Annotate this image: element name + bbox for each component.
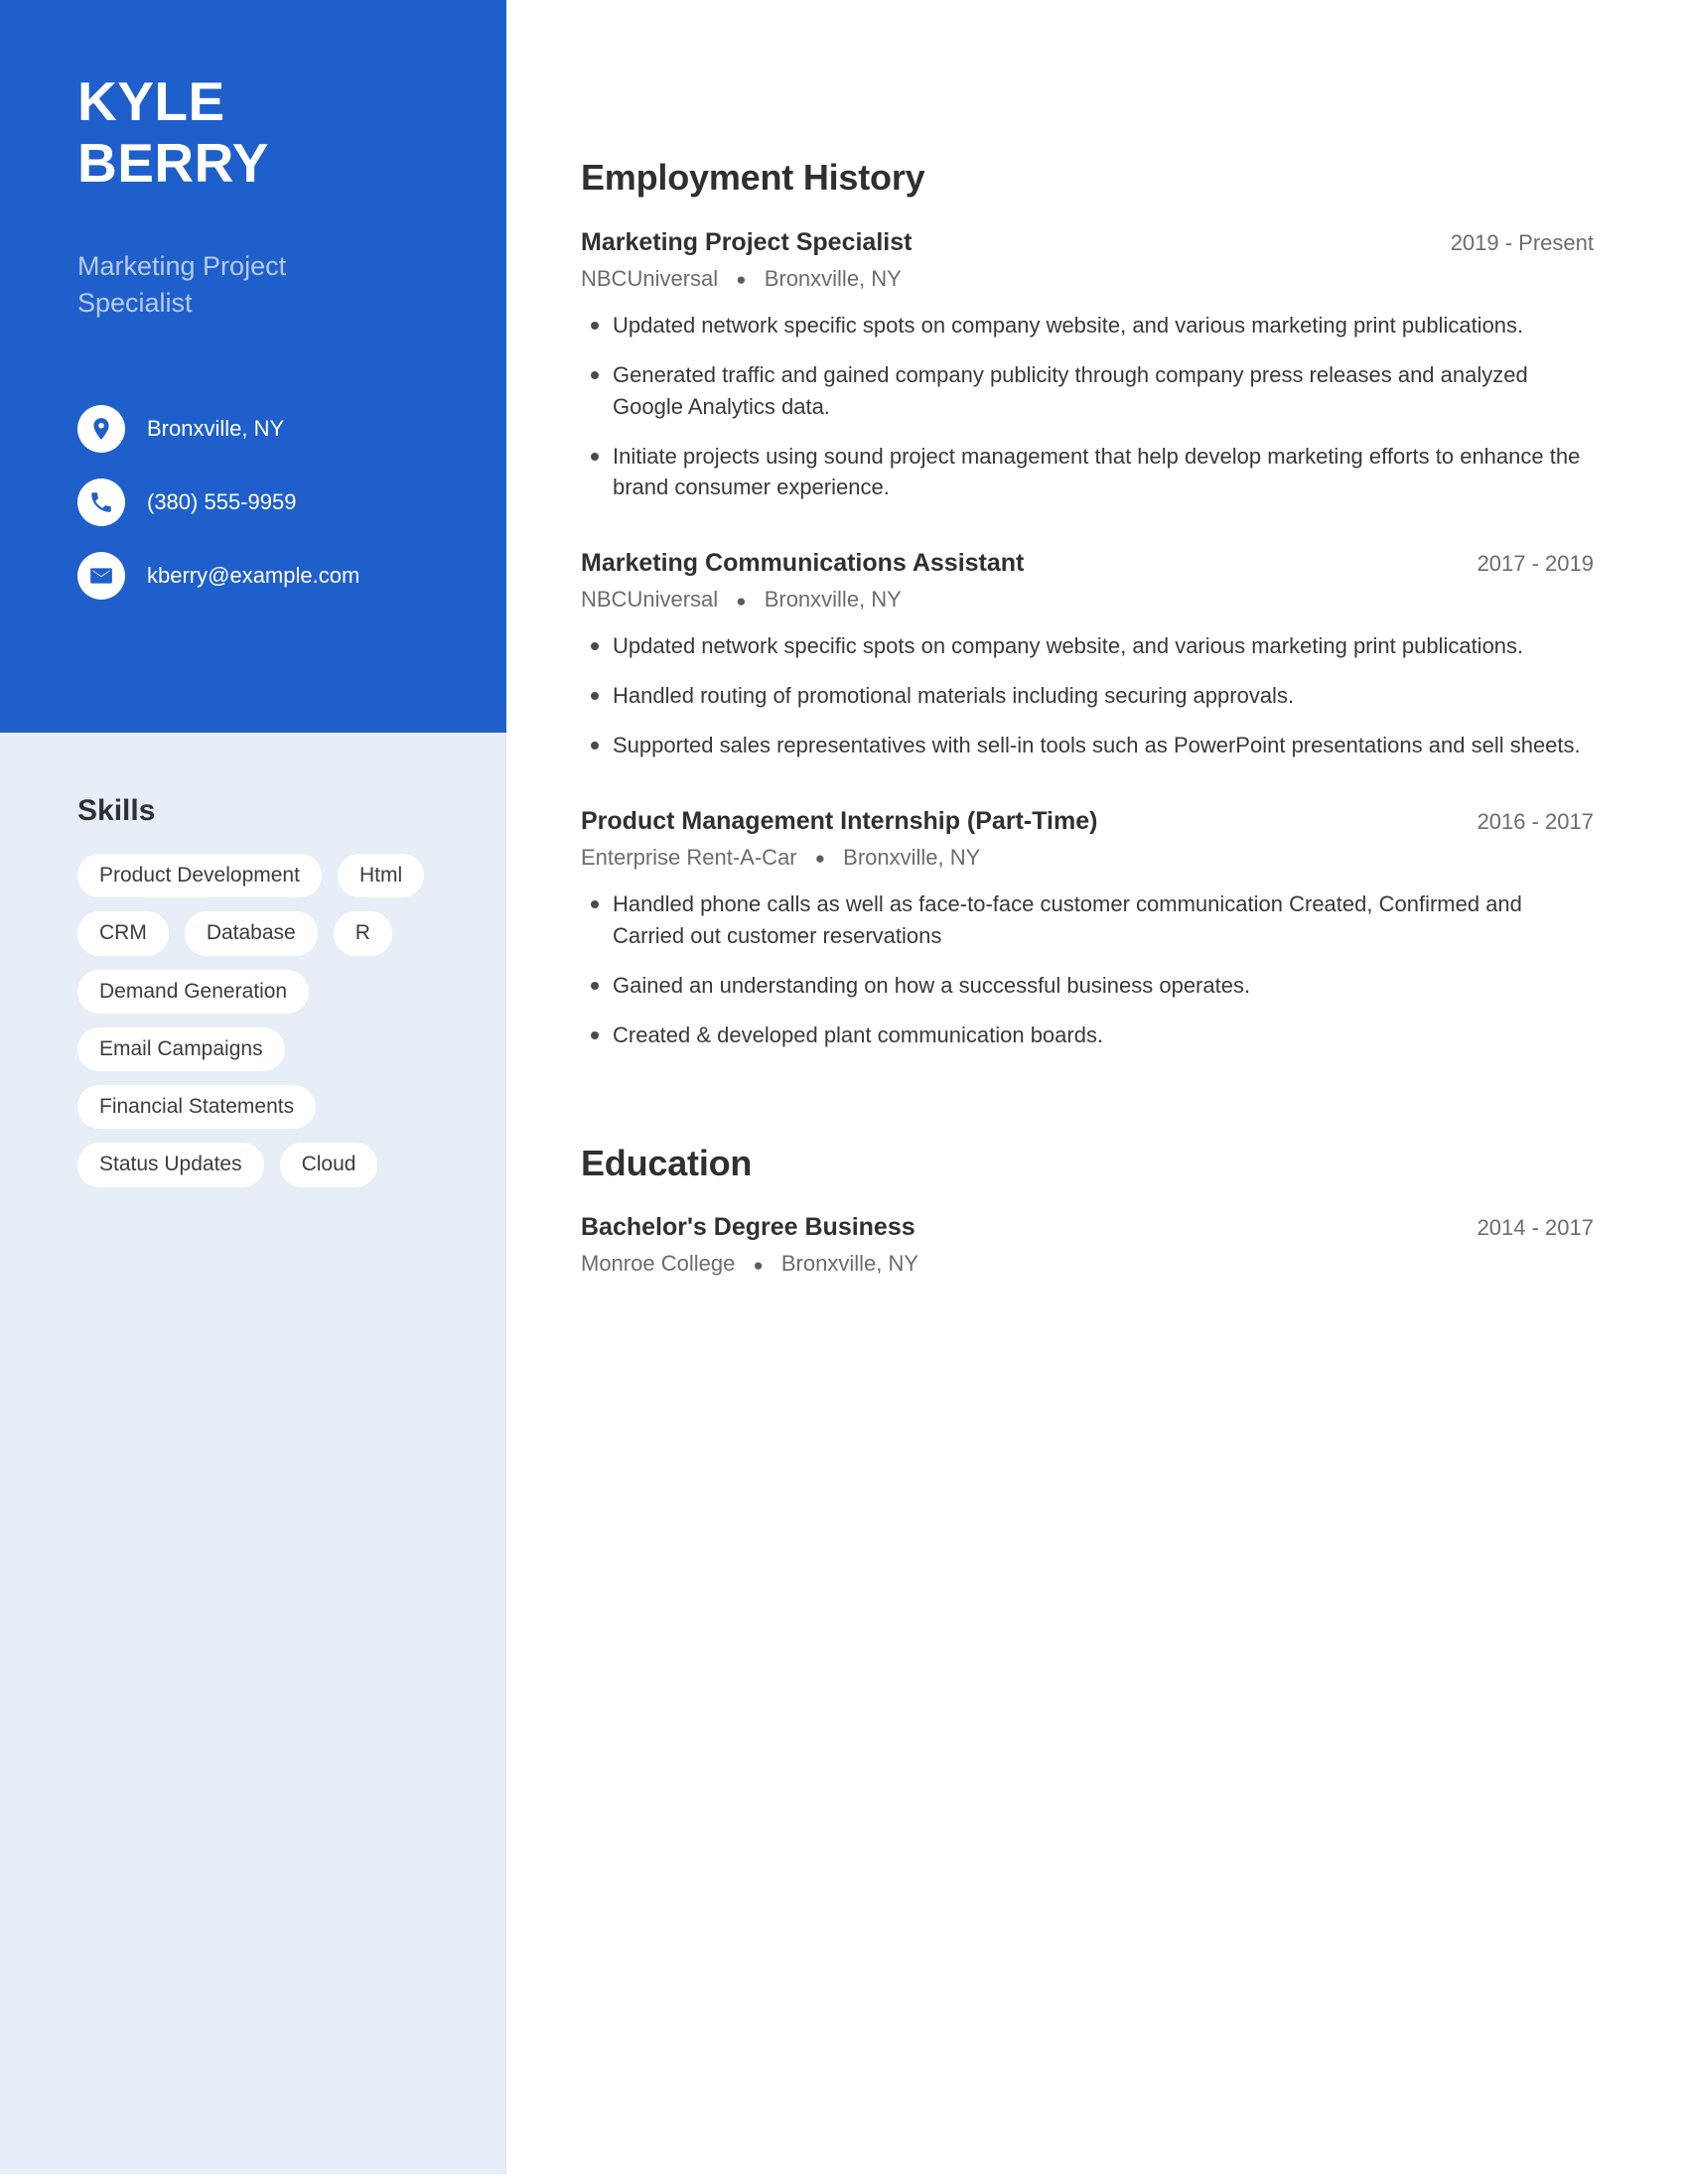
employment-entry-company: Enterprise Rent-A-Car [581, 845, 797, 870]
employment-entry-meta: Enterprise Rent-A-Car ● Bronxville, NY [581, 845, 1594, 871]
employment-entry-company: NBCUniversal [581, 587, 719, 613]
employment-entry: Product Management Internship (Part-Time… [581, 807, 1594, 1051]
contact-phone-text: (380) 555-9959 [147, 489, 297, 514]
bullet-item: Created & developed plant communication … [581, 1020, 1594, 1051]
skill-tag: Demand Generation [77, 969, 310, 1014]
education-entry-location: Bronxville, NY [780, 1251, 918, 1277]
contact-item-email[interactable]: kberry@example.com [77, 552, 494, 600]
employment-entry-dates: 2017 - 2019 [1477, 551, 1594, 577]
main-content: Employment History Marketing Project Spe… [581, 0, 1594, 1277]
skill-tag: Product Development [77, 854, 322, 898]
first-name: KYLE [77, 70, 225, 132]
employment-entry: Marketing Project Specialist 2019 - Pres… [581, 228, 1594, 503]
employment-entry-title: Product Management Internship (Part-Time… [581, 807, 1098, 835]
bullet-item: Updated network specific spots on compan… [581, 310, 1594, 341]
skill-tag: CRM [77, 911, 169, 956]
bullet-item: Initiate projects using sound project ma… [581, 441, 1594, 504]
candidate-job-title: Marketing Project Specialist [77, 251, 287, 319]
employment-entry-dates: 2019 - Present [1450, 229, 1594, 255]
bullet-separator-icon: ● [736, 270, 747, 290]
phone-icon [77, 478, 125, 526]
employment-entry-meta: NBCUniversal ● Bronxville, NY [581, 587, 1594, 613]
employment-section-title: Employment History [581, 157, 925, 198]
sidebar-header: KYLE BERRY Marketing Project Specialist … [0, 0, 506, 733]
employment-entry-location: Bronxville, NY [764, 587, 902, 613]
employment-entry-head: Marketing Communications Assistant 2017 … [581, 549, 1594, 578]
skill-tag: Status Updates [77, 1143, 264, 1187]
resume-page: KYLE BERRY Marketing Project Specialist … [0, 0, 1688, 2184]
email-icon [77, 552, 125, 600]
bullet-item: Handled phone calls as well as face-to-f… [581, 888, 1594, 952]
contact-item-phone[interactable]: (380) 555-9959 [77, 478, 494, 526]
education-entry-school: Monroe College [581, 1251, 736, 1277]
skill-tag: Html [337, 854, 425, 898]
education-entry-dates: 2014 - 2017 [1477, 1215, 1594, 1241]
skill-tag: Financial Statements [77, 1085, 317, 1130]
bullet-item: Gained an understanding on how a success… [581, 970, 1594, 1002]
contact-item-location[interactable]: Bronxville, NY [77, 405, 494, 453]
education-entry-head: Bachelor's Degree Business 2014 - 2017 [581, 1213, 1594, 1242]
employment-entry-meta: NBCUniversal ● Bronxville, NY [581, 266, 1594, 292]
employment-entry-location: Bronxville, NY [843, 845, 981, 870]
skill-tag: Database [184, 911, 318, 956]
employment-entry-bullets: Updated network specific spots on compan… [581, 630, 1594, 761]
bullet-item: Supported sales representatives with sel… [581, 730, 1594, 761]
contact-email-text: kberry@example.com [147, 563, 360, 588]
employment-entry-head: Product Management Internship (Part-Time… [581, 807, 1594, 836]
contact-location-text: Bronxville, NY [147, 416, 285, 441]
employment-entry-dates: 2016 - 2017 [1477, 809, 1594, 834]
employment-entry-head: Marketing Project Specialist 2019 - Pres… [581, 228, 1594, 257]
bullet-item: Updated network specific spots on compan… [581, 630, 1594, 662]
bullet-separator-icon: ● [736, 591, 747, 611]
contact-list: Bronxville, NY (380) 555-9959 kberry@exa… [77, 405, 494, 625]
employment-entry-company: NBCUniversal [581, 265, 719, 291]
skill-tag: R [333, 911, 392, 956]
employment-entry-title: Marketing Communications Assistant [581, 549, 1025, 578]
location-pin-icon [77, 405, 125, 453]
employment-entry-title: Marketing Project Specialist [581, 227, 913, 256]
bullet-item: Handled routing of promotional materials… [581, 680, 1594, 712]
employment-entry-bullets: Handled phone calls as well as face-to-f… [581, 888, 1594, 1051]
skill-tag: Email Campaigns [77, 1026, 285, 1071]
bullet-separator-icon: ● [753, 1255, 764, 1275]
bullet-separator-icon: ● [814, 849, 826, 869]
education-entry: Bachelor's Degree Business 2014 - 2017 M… [581, 1213, 1594, 1277]
skills-list: Product Development Html CRM Database R … [77, 854, 475, 1187]
employment-entry: Marketing Communications Assistant 2017 … [581, 549, 1594, 761]
education-entry-title: Bachelor's Degree Business [581, 1213, 915, 1242]
candidate-name: KYLE BERRY [77, 70, 475, 194]
skill-tag: Cloud [279, 1143, 378, 1187]
last-name: BERRY [77, 131, 269, 194]
sidebar: KYLE BERRY Marketing Project Specialist … [0, 0, 506, 2174]
bullet-item: Generated traffic and gained company pub… [581, 359, 1594, 423]
employment-entry-location: Bronxville, NY [764, 265, 902, 291]
employment-entry-bullets: Updated network specific spots on compan… [581, 310, 1594, 503]
education-section-title: Education [581, 1142, 753, 1183]
education-entry-meta: Monroe College ● Bronxville, NY [581, 1251, 1594, 1277]
skills-title: Skills [77, 794, 156, 827]
skills-section: Skills Product Development Html CRM Data… [77, 794, 465, 1187]
